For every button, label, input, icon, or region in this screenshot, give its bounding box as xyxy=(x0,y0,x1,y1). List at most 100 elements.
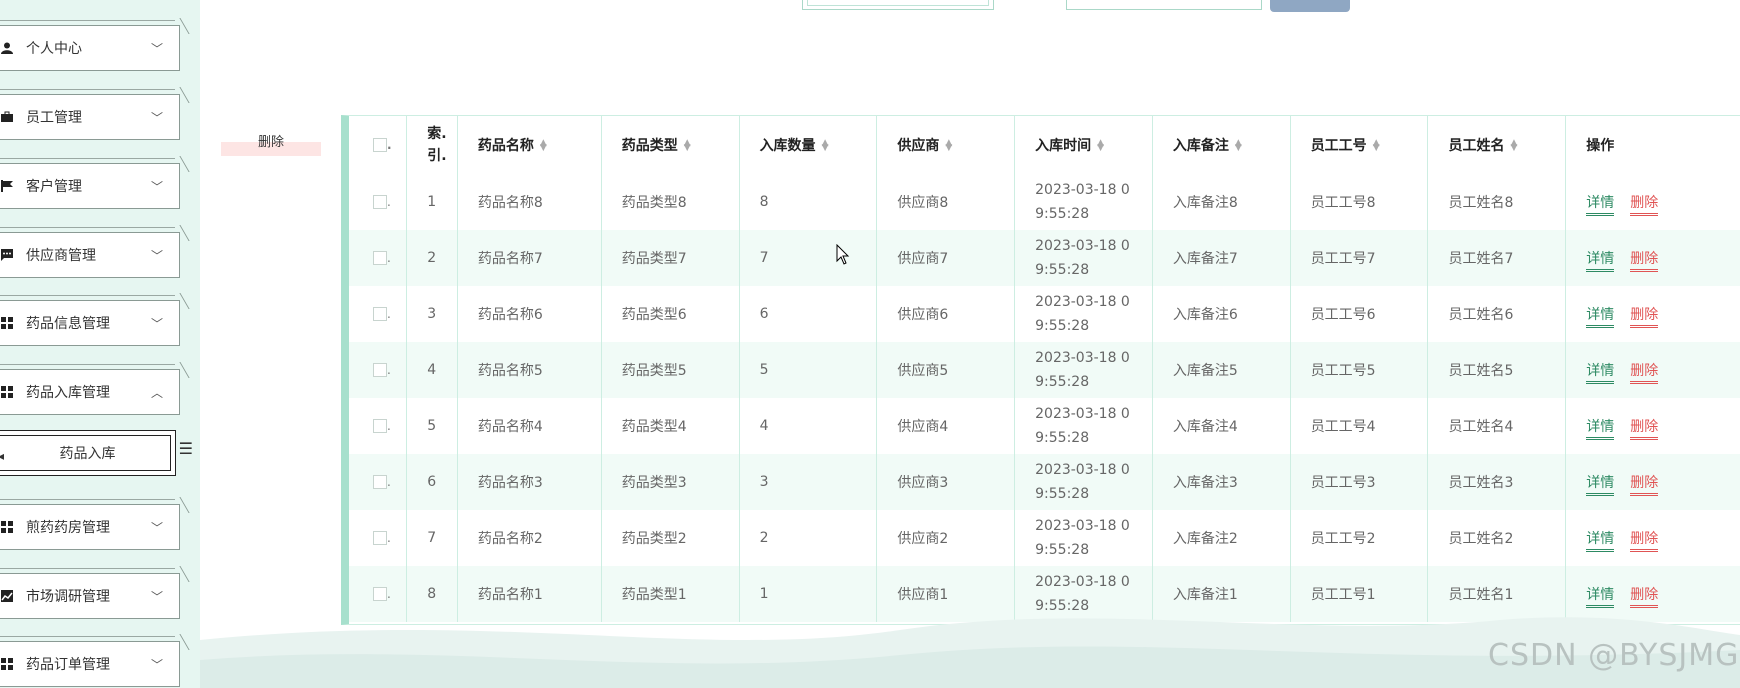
sort-icon[interactable]: ▲ ▼ xyxy=(684,139,691,153)
header-note[interactable]: 入库备注 ▲ ▼ xyxy=(1152,116,1291,174)
detail-link[interactable]: 详情 xyxy=(1586,531,1615,552)
select-all-checkbox[interactable] xyxy=(373,138,387,152)
detail-link[interactable]: 详情 xyxy=(1586,195,1615,216)
row-checkbox-cell[interactable]: . xyxy=(349,454,408,510)
sidebar-item[interactable]: 个人中心 ﹀ xyxy=(0,20,180,71)
sort-icon[interactable]: ▲ ▼ xyxy=(1235,139,1242,153)
header-name[interactable]: 药品名称 ▲ ▼ xyxy=(457,116,602,174)
search-input-2[interactable] xyxy=(1066,0,1262,10)
row-checkbox[interactable] xyxy=(373,587,387,601)
cell-index: 5 xyxy=(406,398,458,454)
chevron-down-icon: ﹀ xyxy=(150,589,163,604)
sort-icon[interactable]: ▲ ▼ xyxy=(1097,139,1104,153)
sidebar-item[interactable]: 药品入库管理 ︿ xyxy=(0,364,180,415)
delete-link[interactable]: 删除 xyxy=(1630,419,1659,440)
cell-type: 药品类型5 xyxy=(601,342,740,398)
search-button[interactable] xyxy=(1270,0,1350,12)
cell-note: 入库备注8 xyxy=(1152,174,1291,230)
cell-emp-name: 员工姓名4 xyxy=(1427,398,1567,454)
sidebar-item[interactable]: 药品订单管理 ﹀ xyxy=(0,636,180,687)
row-checkbox[interactable] xyxy=(373,419,387,433)
grid-icon xyxy=(0,657,14,671)
sidebar-item[interactable]: 市场调研管理 ﹀ xyxy=(0,568,180,619)
briefcase-icon xyxy=(0,110,14,124)
header-supplier[interactable]: 供应商 ▲ ▼ xyxy=(876,116,1016,174)
row-checkbox-cell[interactable]: . xyxy=(349,342,408,398)
sidebar-item[interactable]: 客户管理 ﹀ xyxy=(0,158,180,209)
sidebar-item[interactable]: 煎药药房管理 ﹀ xyxy=(0,499,180,550)
row-checkbox[interactable] xyxy=(373,531,387,545)
sort-icon[interactable]: ▲ ▼ xyxy=(1510,139,1517,153)
time-part2: 9:55:28 xyxy=(1035,430,1090,446)
sidebar-item[interactable]: 员工管理 ﹀ xyxy=(0,89,180,140)
cell-emp-no: 员工工号4 xyxy=(1290,398,1429,454)
sidebar-item[interactable]: 药品信息管理 ﹀ xyxy=(0,295,180,346)
chevron-down-icon: ﹀ xyxy=(150,41,163,56)
header-type[interactable]: 药品类型 ▲ ▼ xyxy=(601,116,740,174)
row-checkbox-cell[interactable]: . xyxy=(349,230,408,286)
row-checkbox[interactable] xyxy=(373,307,387,321)
cell-time: 2023-03-18 0 9:55:28 xyxy=(1014,174,1153,230)
sort-icon[interactable]: ▲ ▼ xyxy=(1373,139,1380,153)
delete-link[interactable]: 删除 xyxy=(1630,195,1659,216)
header-label: 入库数量 xyxy=(759,138,816,154)
sidebar-item-label: 煎药药房管理 xyxy=(26,520,110,536)
time-part1: 2023-03-18 0 xyxy=(1035,238,1130,254)
menu-decoration xyxy=(0,499,175,500)
header-emp-name[interactable]: 员工姓名 ▲ ▼ xyxy=(1427,116,1567,174)
header-qty[interactable]: 入库数量 ▲ ▼ xyxy=(739,116,878,174)
cell-name: 药品名称8 xyxy=(457,174,602,230)
detail-link[interactable]: 详情 xyxy=(1586,363,1615,384)
sort-icon[interactable]: ▲ ▼ xyxy=(945,139,952,153)
flag-icon xyxy=(0,179,14,193)
sort-icon[interactable]: ▲ ▼ xyxy=(540,139,547,153)
delete-link[interactable]: 删除 xyxy=(1630,251,1659,272)
delete-link[interactable]: 删除 xyxy=(1630,363,1659,384)
time-part1: 2023-03-18 0 xyxy=(1035,294,1130,310)
row-checkbox[interactable] xyxy=(373,475,387,489)
cell-time: 2023-03-18 0 9:55:28 xyxy=(1014,286,1153,342)
detail-link[interactable]: 详情 xyxy=(1586,419,1615,440)
grid-icon xyxy=(0,520,14,534)
header-label: 入库时间 xyxy=(1035,138,1092,154)
cell-emp-no: 员工工号8 xyxy=(1290,174,1429,230)
header-time[interactable]: 入库时间 ▲ ▼ xyxy=(1014,116,1153,174)
cell-name: 药品名称5 xyxy=(457,342,602,398)
watermark: CSDN @BYSJMG xyxy=(1488,638,1740,673)
row-checkbox[interactable] xyxy=(373,363,387,377)
sidebar-item[interactable]: 供应商管理 ﹀ xyxy=(0,227,180,278)
row-checkbox-cell[interactable]: . xyxy=(349,286,408,342)
sidebar-subitem-drug-inbound[interactable]: ◂ 药品入库 ☰ xyxy=(0,430,193,476)
row-checkbox-cell[interactable]: . xyxy=(349,398,408,454)
time-part1: 2023-03-18 0 xyxy=(1035,462,1130,478)
header-label: 员工工号 xyxy=(1310,138,1367,154)
header-emp-no[interactable]: 员工工号 ▲ ▼ xyxy=(1290,116,1429,174)
delete-link[interactable]: 删除 xyxy=(1630,531,1659,552)
detail-link[interactable]: 详情 xyxy=(1586,307,1615,328)
detail-link[interactable]: 详情 xyxy=(1586,251,1615,272)
row-checkbox[interactable] xyxy=(373,195,387,209)
cell-time: 2023-03-18 0 9:55:28 xyxy=(1014,510,1153,566)
delete-link[interactable]: 删除 xyxy=(1630,475,1659,496)
cell-note: 入库备注3 xyxy=(1152,454,1291,510)
menu-decoration xyxy=(0,20,175,21)
cell-qty: 2 xyxy=(739,510,878,566)
search-input-1[interactable] xyxy=(802,0,994,10)
cell-type: 药品类型7 xyxy=(601,230,740,286)
time-part1: 2023-03-18 0 xyxy=(1035,574,1130,590)
row-checkbox-cell[interactable]: . xyxy=(349,510,408,566)
sidebar-item-label: 药品入库管理 xyxy=(26,385,110,401)
detail-link[interactable]: 详情 xyxy=(1586,475,1615,496)
select-all-checkbox-cell[interactable]: . xyxy=(349,116,408,174)
cell-time: 2023-03-18 0 9:55:28 xyxy=(1014,342,1153,398)
header-label: 药品类型 xyxy=(621,138,678,154)
batch-delete-button[interactable]: 删除 xyxy=(221,124,321,156)
row-checkbox[interactable] xyxy=(373,251,387,265)
delete-link[interactable]: 删除 xyxy=(1630,307,1659,328)
cell-time: 2023-03-18 0 9:55:28 xyxy=(1014,454,1153,510)
sort-icon[interactable]: ▲ ▼ xyxy=(822,139,829,153)
row-checkbox-cell[interactable]: . xyxy=(349,174,408,230)
time-part1: 2023-03-18 0 xyxy=(1035,182,1130,198)
chevron-down-icon: ﹀ xyxy=(150,110,163,125)
sidebar-item-label: 药品订单管理 xyxy=(26,657,110,673)
